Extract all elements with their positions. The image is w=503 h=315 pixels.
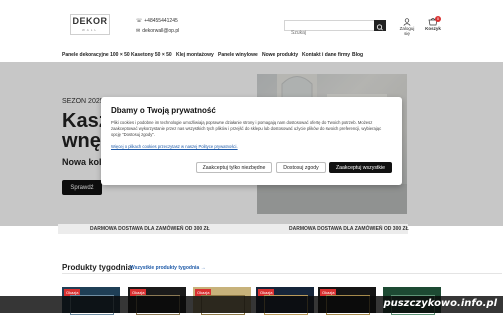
accept-necessary-button[interactable]: Zaakceptuj tylko niezbędne [196, 162, 272, 173]
watermark-bar: puszczykowo.info.pl [0, 296, 503, 313]
cart-label: Koszyk [425, 26, 441, 31]
search-button[interactable] [374, 20, 386, 31]
logo-subtitle: WALL [81, 28, 99, 32]
phone-contact[interactable]: ☏ +48455441245 [136, 18, 178, 24]
search-icon [376, 24, 383, 31]
shipping-bar: DARMOWA DOSTAWA DLA ZAMÓWIEŃ OD 300 ZŁ D… [58, 224, 409, 234]
search-box[interactable] [284, 20, 386, 36]
products-section-title: Produkty tygodnia [62, 263, 133, 272]
accept-all-button[interactable]: Zaakceptuj wszystkie [329, 162, 392, 173]
nav-item-blog[interactable]: Blog [352, 52, 363, 58]
phone-number: +48455441245 [144, 18, 178, 24]
shipping-text-right: DARMOWA DOSTAWA DLA ZAMÓWIEŃ OD 300 ZŁ [289, 226, 409, 232]
cart-count-badge: 0 [435, 16, 441, 22]
nav-item-panele-dekoracyjne[interactable]: Panele dekoracyjne 100 × 50 [62, 52, 130, 58]
nav-item-kasetony[interactable]: Kasetony 50 × 50 [131, 52, 172, 58]
account-button[interactable]: Zaloguj się [398, 18, 416, 36]
section-divider [62, 273, 502, 274]
logo[interactable]: DEKOR [71, 16, 109, 26]
email-icon: ✉ [136, 28, 141, 34]
privacy-policy-link[interactable]: Więcej o plikach cookies przeczytasz w n… [111, 144, 238, 149]
account-label: Zaloguj się [399, 26, 415, 36]
cookie-modal-body: Pliki cookies i podobne im technologie u… [111, 120, 382, 137]
cookie-modal-title: Dbamy o Twoją prywatność [111, 106, 216, 115]
customize-consent-button[interactable]: Dostosuj zgody [276, 162, 326, 173]
user-icon [403, 18, 411, 26]
cookie-consent-modal: Dbamy o Twoją prywatność Pliki cookies i… [101, 97, 402, 185]
nav-item-panele-winylowe[interactable]: Panele winylowe [218, 52, 258, 58]
products-all-link[interactable]: Wszystkie produkty tygodnia → [130, 265, 206, 271]
cart-button[interactable]: 0 Koszyk [425, 16, 441, 31]
email-address: dekorwall@op.pl [142, 28, 180, 34]
email-contact[interactable]: ✉ dekorwall@op.pl [136, 28, 179, 34]
shipping-text-left: DARMOWA DOSTAWA DLA ZAMÓWIEŃ OD 300 ZŁ [90, 226, 210, 232]
search-input[interactable] [291, 30, 371, 36]
watermark-text: puszczykowo.info.pl [383, 298, 497, 309]
phone-icon: ☏ [136, 18, 143, 24]
nav-item-kontakt[interactable]: Kontakt i dane firmy [302, 52, 350, 58]
nav-item-nowe-produkty[interactable]: Nowe produkty [262, 52, 298, 58]
nav-item-klej[interactable]: Klej montażowy [176, 52, 214, 58]
